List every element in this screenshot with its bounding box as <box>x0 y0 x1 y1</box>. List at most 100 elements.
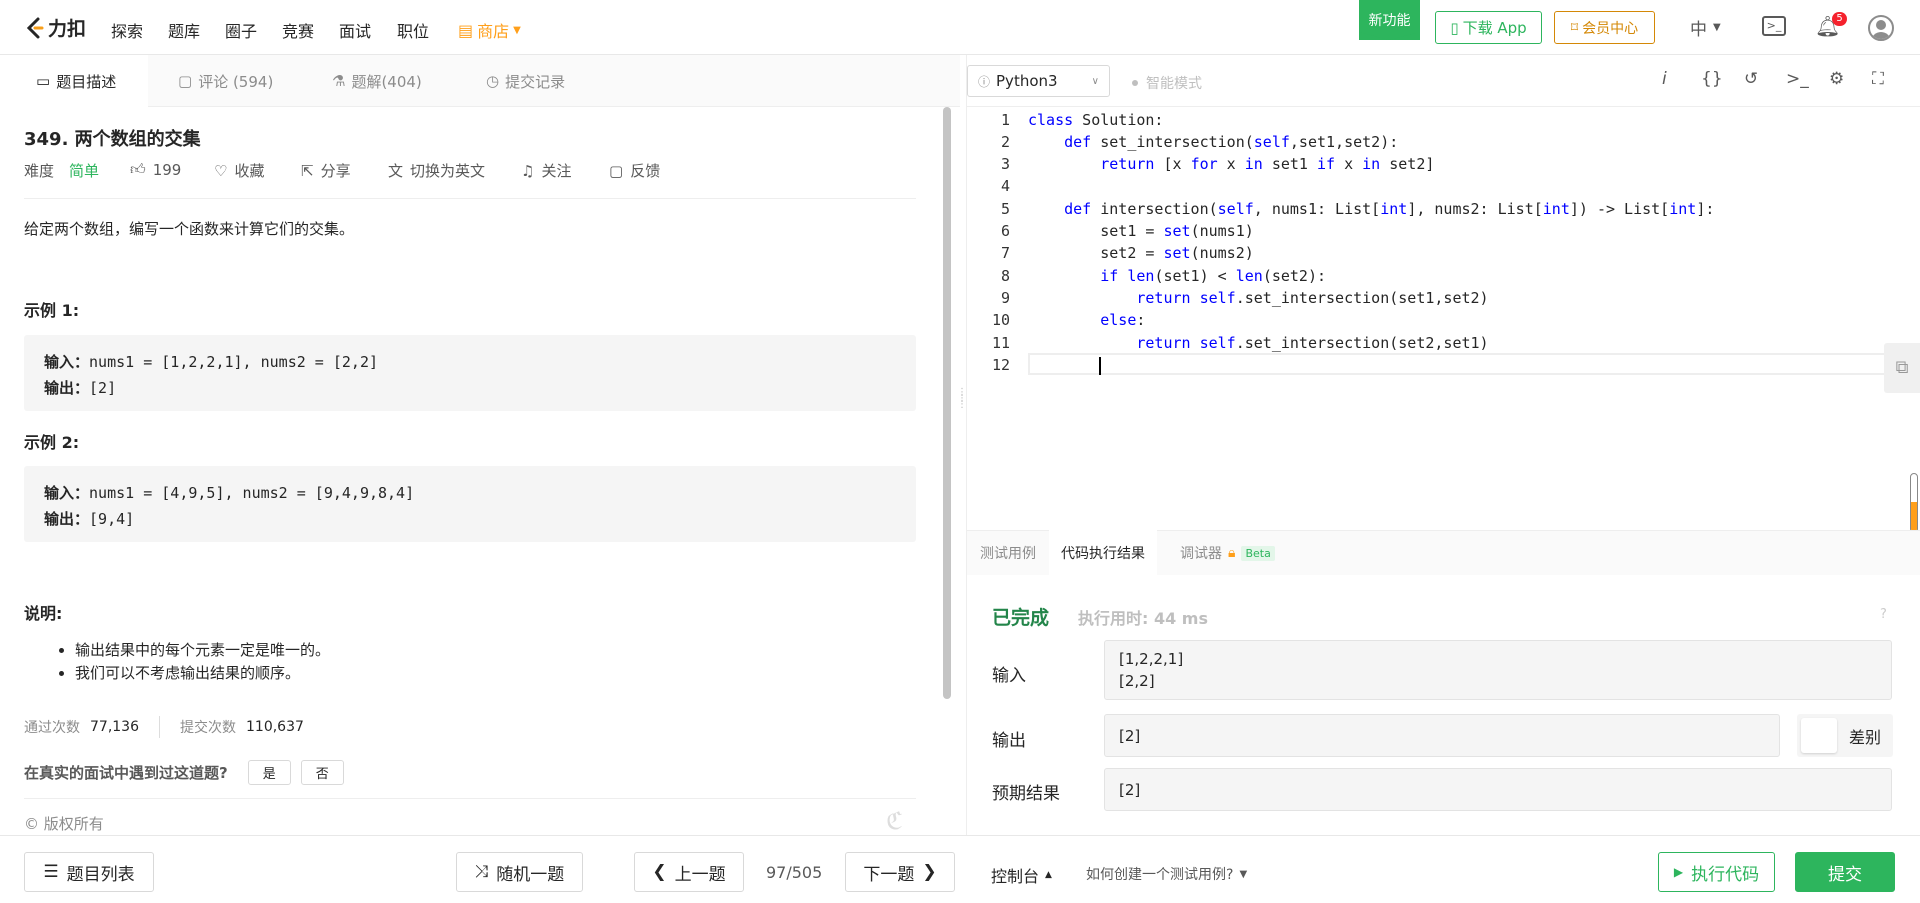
submitted-count: 110,637 <box>246 719 304 735</box>
tab-description-label: 题目描述 <box>56 72 117 91</box>
avatar[interactable] <box>1868 15 1894 41</box>
terminal-icon[interactable]: >_ <box>1786 69 1809 89</box>
console-toggle[interactable]: 控制台 ▲ <box>991 863 1052 887</box>
switch-english-label: 切换为英文 <box>410 162 486 180</box>
tab-submissions[interactable]: ◷ 提交记录 <box>486 55 565 107</box>
line-number: 11 <box>991 334 1010 352</box>
nav-circle[interactable]: 圈子 <box>225 18 257 42</box>
runtime: 执行用时: 44 ms <box>1078 609 1209 628</box>
playground-icon[interactable]: >_ <box>1762 16 1786 36</box>
nav-jobs[interactable]: 职位 <box>397 18 429 42</box>
example1-output: [2] <box>89 379 117 397</box>
example2-input: nums1 = [4,9,5], nums2 = [9,4,9,8,4] <box>89 484 415 502</box>
feedback-icon: ▢ <box>609 161 624 180</box>
like-button[interactable]: 👍︎ 199 <box>130 160 181 179</box>
store-label: 商店 <box>477 22 510 41</box>
code-line: if len(set1) < len(set2): <box>1100 267 1327 285</box>
tab-solutions[interactable]: ⚗ 题解(404) <box>332 55 422 107</box>
play-icon: ▶ <box>1673 865 1684 879</box>
nav-store[interactable]: ▤ 商店 ▼ <box>458 18 521 42</box>
fullscreen-icon[interactable]: ⛶ <box>1872 69 1884 89</box>
submitted-label: 提交次数 <box>180 720 236 736</box>
output-label: 输出 <box>992 731 1026 751</box>
smart-mode-label: 智能模式 <box>1146 76 1202 92</box>
settings-icon[interactable]: ⚙ <box>1829 69 1844 89</box>
reset-icon[interactable]: ↺ <box>1744 69 1758 89</box>
info-icon[interactable]: i <box>1662 69 1667 89</box>
how-create-testcase[interactable]: 如何创建一个测试用例? ▼ <box>1086 864 1247 884</box>
prev-button[interactable]: ❮ 上一题 <box>634 852 744 892</box>
download-app-label: 下载 App <box>1462 19 1527 37</box>
left-scrollbar[interactable] <box>943 107 951 699</box>
nav-contest[interactable]: 竞赛 <box>282 18 314 42</box>
line-number: 2 <box>1000 133 1010 151</box>
logo-text: 力扣 <box>48 18 87 40</box>
tab-submissions-label: 提交记录 <box>505 72 566 91</box>
language-label: 中 <box>1690 20 1707 40</box>
smart-mode-toggle[interactable]: 智能模式 <box>1132 73 1202 93</box>
line-number: 12 <box>991 356 1010 374</box>
code-line: class Solution: <box>1028 111 1164 129</box>
submit-button[interactable]: 提交 <box>1795 852 1895 892</box>
line-number: 9 <box>1000 289 1010 307</box>
run-code-label: 执行代码 <box>1691 864 1760 885</box>
next-button[interactable]: 下一题 ❯ <box>845 852 955 892</box>
lock-icon: 🔒︎ <box>1228 545 1236 561</box>
divider <box>24 198 916 199</box>
caret-down-icon: ▼ <box>1239 868 1248 880</box>
example2-output: [9,4] <box>89 510 135 528</box>
leetcode-logo-icon <box>26 17 44 38</box>
help-icon[interactable]: ? <box>1880 607 1887 622</box>
switch-english-button[interactable]: 文切换为英文 <box>388 160 485 181</box>
code-editor[interactable]: 1 2 3 4 5 6 7 8 9 10 11 12 class Solutio… <box>966 107 1920 585</box>
random-button[interactable]: ⤨ 随机一题 <box>456 852 583 892</box>
download-app-button[interactable]: ▯ 下载 App <box>1435 11 1542 44</box>
editor-scrollbar[interactable] <box>1910 473 1918 533</box>
interview-question-label: 在真实的面试中遇到过这道题? <box>24 764 228 782</box>
code-line: set1 = set(nums1) <box>1028 222 1254 240</box>
run-code-button[interactable]: ▶ 执行代码 <box>1658 852 1775 892</box>
tab-comments[interactable]: ▢ 评论 (594) <box>178 55 273 107</box>
badge-ribbon-tail <box>1359 32 1420 40</box>
tab-description[interactable]: ▭ 题目描述 <box>0 55 148 107</box>
pane-resize-handle[interactable]: ⋮ ⋮ ⋮ <box>957 388 967 450</box>
current-line-highlight <box>1028 353 1914 375</box>
nav-problems[interactable]: 题库 <box>168 18 200 42</box>
problem-description: 给定两个数组，编写一个函数来计算它们的交集。 <box>24 220 355 238</box>
nav-interview[interactable]: 面试 <box>339 18 371 42</box>
logo[interactable]: 力扣 <box>24 14 86 41</box>
language-select[interactable]: ⓘ Python3 ∨ <box>967 65 1110 97</box>
tab-run-result[interactable]: 代码执行结果 <box>1049 530 1157 575</box>
example1-box: 输入：nums1 = [1,2,2,1], nums2 = [2,2] 输出：[… <box>24 335 916 411</box>
bottom-bar: ☰ 题目列表 ⤨ 随机一题 ❮ 上一题 97/505 下一题 ❯ 控制台 ▲ 如何创建一个… <box>0 835 1920 903</box>
passed-count: 77,136 <box>90 719 139 735</box>
passed-label: 通过次数 <box>24 720 80 736</box>
list-item: 我们可以不考虑输出结果的顺序。 <box>75 662 330 685</box>
comment-icon: ▢ <box>178 72 193 90</box>
bookmark-icon: ⌑ <box>1570 19 1579 36</box>
favorite-button[interactable]: ♡ 收藏 <box>214 160 264 181</box>
nav-explore[interactable]: 探索 <box>111 18 143 42</box>
line-number: 3 <box>1000 155 1010 173</box>
code-line: return [x for x in set1 if x in set2] <box>1100 155 1435 173</box>
caret-down-icon: ▼ <box>1713 22 1721 33</box>
no-button[interactable]: 否 <box>300 760 344 785</box>
line-number: 7 <box>1000 244 1010 262</box>
member-center-button[interactable]: ⌑ 会员中心 <box>1554 11 1655 44</box>
tab-testcase[interactable]: 测试用例 <box>980 543 1036 563</box>
difficulty: 难度 简单 <box>24 160 99 181</box>
share-button[interactable]: ⇱ 分享 <box>301 160 351 181</box>
page-indicator: 97/505 <box>766 863 823 882</box>
copy-icon[interactable]: ⧉ <box>1884 343 1920 393</box>
status-dot <box>1132 80 1138 86</box>
follow-button[interactable]: ♫ 关注 <box>521 160 571 181</box>
top-navbar: 力扣 探索 题库 圈子 竞赛 面试 职位 ▤ 商店 ▼ 新功能 ▯ 下载 App … <box>0 0 1920 55</box>
braces-icon[interactable]: {} <box>1701 69 1723 89</box>
code-line: return self.set_intersection(set1,set2) <box>1136 289 1489 307</box>
yes-button[interactable]: 是 <box>247 760 291 785</box>
tab-debugger[interactable]: 调试器 🔒︎ Beta <box>1180 543 1275 563</box>
problem-list-button[interactable]: ☰ 题目列表 <box>24 852 154 892</box>
diff-toggle[interactable]: 差别 <box>1797 714 1893 757</box>
language-switch[interactable]: 中 ▼ <box>1690 15 1721 40</box>
feedback-button[interactable]: ▢ 反馈 <box>609 160 660 181</box>
